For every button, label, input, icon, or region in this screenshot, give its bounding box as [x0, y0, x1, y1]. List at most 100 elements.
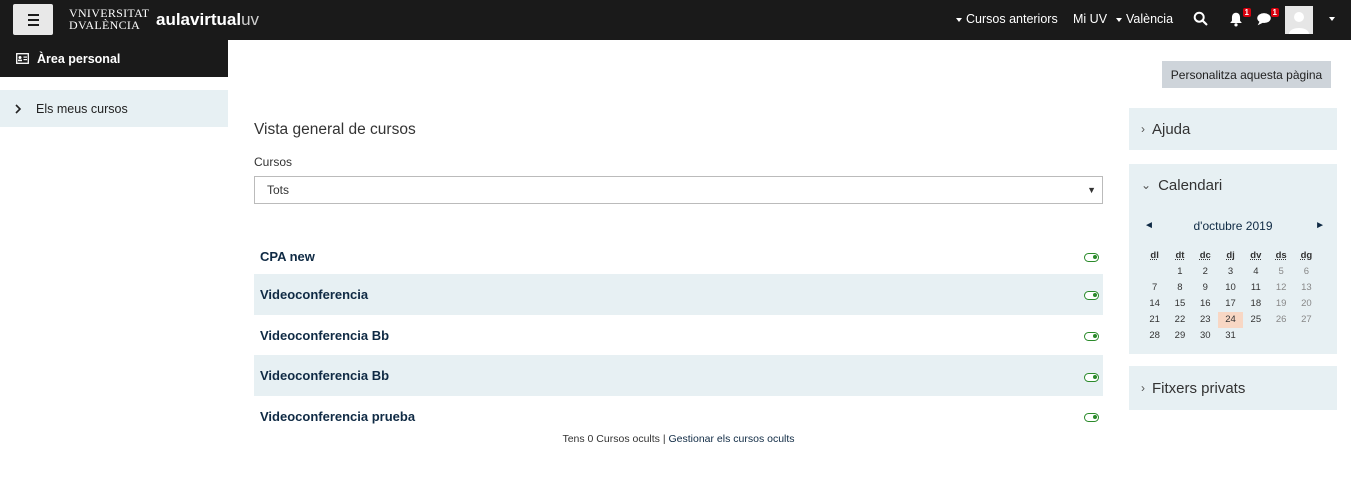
course-list: CPA new Videoconferencia Videoconferenci… [254, 249, 1103, 437]
calendar-day[interactable]: 17 [1218, 296, 1243, 312]
calendar-day[interactable]: 4 [1243, 264, 1268, 280]
universitat-logo[interactable]: VNIVERSITAT DVALÈNCIA [69, 7, 149, 31]
calendar-day[interactable]: 5 [1268, 264, 1293, 280]
calendar-day[interactable]: 26 [1268, 312, 1293, 328]
course-row[interactable]: CPA new [254, 238, 1103, 274]
calendar-day[interactable]: 14 [1142, 296, 1167, 312]
course-filter-value: Tots [267, 183, 290, 197]
calendar-week-row: 14 15 16 17 18 19 20 [1142, 296, 1334, 312]
chevron-down-icon: ⌄ [1141, 178, 1152, 192]
calendar-day[interactable]: 20 [1294, 296, 1319, 312]
user-avatar-icon [1285, 6, 1313, 34]
calendar-day[interactable]: 23 [1193, 312, 1218, 328]
mi-uv-link[interactable]: Mi UV [1073, 12, 1107, 26]
calendar-day[interactable]: 25 [1243, 312, 1268, 328]
top-navbar: VNIVERSITAT DVALÈNCIA aulavirtualuv Curs… [0, 0, 1351, 40]
personalize-page-button[interactable]: Personalitza aquesta pàgina [1162, 61, 1331, 88]
calendar-day[interactable]: 1 [1167, 264, 1192, 280]
calendar-day[interactable]: 15 [1167, 296, 1192, 312]
cursos-anteriors-label: Cursos anteriors [966, 12, 1058, 26]
calendar-day[interactable]: 27 [1294, 312, 1319, 328]
toggle-on-icon[interactable] [1084, 332, 1099, 342]
calendar-day[interactable]: 9 [1193, 280, 1218, 296]
calendar-day[interactable]: 18 [1243, 296, 1268, 312]
user-menu-caret-icon[interactable] [1329, 17, 1335, 21]
calendar-day[interactable]: 2 [1193, 264, 1218, 280]
help-block-toggle[interactable]: › Ajuda [1129, 108, 1337, 150]
calendar-day[interactable]: 22 [1167, 312, 1192, 328]
toggle-on-icon[interactable] [1084, 253, 1099, 262]
calendar-day[interactable]: 8 [1167, 280, 1192, 296]
calendar-day[interactable]: 13 [1294, 280, 1319, 296]
course-row[interactable]: Videoconferencia [254, 274, 1103, 315]
area-personal-link[interactable]: Àrea personal [0, 40, 228, 77]
chevron-right-icon [15, 103, 22, 114]
course-row[interactable]: Videoconferencia Bb [254, 315, 1103, 356]
main-content: Personalitza aquesta pàgina Vista genera… [228, 40, 1351, 486]
area-personal-label: Àrea personal [37, 51, 121, 66]
calendar-day[interactable]: 3 [1218, 264, 1243, 280]
calendar-day[interactable]: 19 [1268, 296, 1293, 312]
mi-uv-label: Mi UV [1073, 12, 1108, 26]
logo-virtual: virtual [190, 10, 242, 29]
calendar-day[interactable]: 12 [1268, 280, 1293, 296]
chevron-right-icon: › [1141, 381, 1145, 395]
calendar-day[interactable]: 31 [1218, 328, 1243, 344]
toggle-on-icon[interactable] [1084, 291, 1099, 301]
manage-hidden-courses-link[interactable]: Gestionar els cursos ocults [668, 433, 794, 445]
calendar-weekday: dt [1175, 250, 1185, 261]
aulavirtual-logo[interactable]: aulavirtualuv [156, 10, 259, 30]
calendar-day [1243, 328, 1268, 344]
toggle-on-icon[interactable] [1084, 372, 1099, 382]
calendar-day[interactable]: 10 [1218, 280, 1243, 296]
calendar-day[interactable]: 29 [1167, 328, 1192, 344]
menu-toggle-button[interactable] [13, 4, 53, 35]
private-files-block-toggle[interactable]: › Fitxers privats [1129, 366, 1337, 410]
course-filter-label: Cursos [254, 155, 293, 169]
course-name-link[interactable]: Videoconferencia Bb [260, 368, 389, 383]
drawer-item-label: Els meus cursos [36, 101, 128, 116]
notification-count-badge: 1 [1242, 8, 1251, 17]
calendar-day[interactable]: 7 [1142, 280, 1167, 296]
calendar-block-toggle[interactable]: ⌄ Calendari [1129, 164, 1337, 206]
course-name-link[interactable]: Videoconferencia Bb [260, 328, 389, 343]
course-name-link[interactable]: Videoconferencia [260, 287, 368, 302]
calendar-weekday: dv [1250, 250, 1262, 261]
nav-drawer: Àrea personal Els meus cursos [0, 40, 228, 486]
calendar-day[interactable]: 28 [1142, 328, 1167, 344]
drawer-item-els-meus-cursos[interactable]: Els meus cursos [0, 90, 228, 127]
search-button[interactable] [1192, 10, 1212, 30]
cursos-anteriors-menu[interactable]: Cursos anteriors [956, 12, 1058, 26]
course-name-link[interactable]: CPA new [260, 249, 315, 264]
language-menu[interactable]: València [1116, 12, 1173, 26]
private-files-block-title: Fitxers privats [1152, 379, 1246, 397]
calendar-block: ⌄ Calendari ◄ d'octubre 2019 ► dl dt dc dj d… [1129, 164, 1337, 354]
calendar-weekday: dg [1300, 250, 1313, 261]
calendar-day[interactable]: 11 [1243, 280, 1268, 296]
hidden-courses-text: Tens 0 Cursos ocults | [562, 433, 669, 445]
course-filter-select[interactable]: Tots ▼ [254, 176, 1103, 204]
course-row[interactable]: Videoconferencia prueba [254, 396, 1103, 437]
calendar-header: ◄ d'octubre 2019 ► [1129, 219, 1337, 235]
calendar-week-row: 21 22 23 24 25 26 27 [1142, 312, 1334, 328]
calendar-day[interactable]: 6 [1294, 264, 1319, 280]
messages-button[interactable]: 1 [1255, 8, 1279, 30]
user-avatar[interactable] [1285, 6, 1313, 34]
hamburger-icon-bar [27, 18, 39, 21]
calendar-grid: dl dt dc dj dv ds dg 1 2 3 4 5 6 7 8 9 10 11 12 13 14 15 16 17 1… [1142, 248, 1334, 344]
calendar-next-month-button[interactable]: ► [1315, 220, 1325, 231]
calendar-day-today[interactable]: 24 [1217, 312, 1244, 328]
toggle-on-icon[interactable] [1084, 413, 1099, 423]
hidden-courses-info: Tens 0 Cursos ocults | Gestionar els cur… [254, 433, 1103, 445]
id-card-icon [16, 53, 29, 64]
course-row[interactable]: Videoconferencia Bb [254, 355, 1103, 397]
calendar-day[interactable]: 16 [1193, 296, 1218, 312]
logo-aula: aula [156, 10, 191, 29]
calendar-block-title: Calendari [1158, 176, 1223, 194]
course-name-link[interactable]: Videoconferencia prueba [260, 409, 415, 424]
notifications-button[interactable]: 1 [1227, 8, 1251, 30]
calendar-day[interactable]: 30 [1193, 328, 1218, 344]
calendar-day[interactable]: 21 [1142, 312, 1167, 328]
logo-uv: uv [241, 10, 260, 29]
message-count-badge: 1 [1270, 8, 1279, 17]
